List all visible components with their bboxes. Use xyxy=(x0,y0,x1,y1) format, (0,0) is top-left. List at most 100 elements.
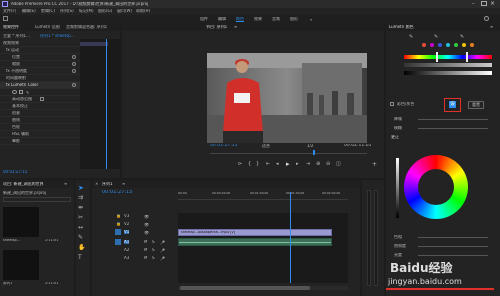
panel-menu-icon[interactable]: ≡ xyxy=(234,24,237,29)
video-clip[interactable]: sheetsp...plapaperka...mp4 [V] xyxy=(178,229,332,236)
effect-controls-timecode[interactable]: 00:01:27:15 xyxy=(3,170,27,174)
eye-icon[interactable]: 👁 xyxy=(144,214,149,219)
source-patch-a1[interactable] xyxy=(115,239,121,245)
timeline-title[interactable]: 序列1 xyxy=(102,182,113,186)
project-search[interactable] xyxy=(3,197,71,202)
menu-graphics[interactable]: 图形(G) xyxy=(98,9,112,13)
pen-tool-icon[interactable]: ✎ xyxy=(78,234,87,243)
selection-tool-icon[interactable]: ➤ xyxy=(78,184,87,193)
track-lock-icon[interactable]: 🔒 xyxy=(116,222,121,226)
horizontal-scrollbar[interactable] xyxy=(178,286,348,290)
menu-help[interactable]: 帮助(H) xyxy=(136,9,150,13)
swatch-yellow[interactable] xyxy=(462,43,466,47)
effect-playhead[interactable] xyxy=(106,39,107,169)
denoise-slider[interactable] xyxy=(418,119,488,120)
marker-icon[interactable]: ⊳ xyxy=(238,161,242,167)
mic-icon[interactable]: 🎤 xyxy=(160,240,165,245)
solo-button[interactable]: S xyxy=(152,240,155,244)
saturation-adjust-slider[interactable] xyxy=(418,246,488,247)
ripple-edit-tool-icon[interactable]: ⇹ xyxy=(78,204,87,213)
track-area[interactable]: sheetsp...plapaperka...mp4 [V] xyxy=(178,192,348,283)
property-row-selected[interactable]: fx Lumetri Color xyxy=(0,82,80,89)
workspace-tab-audio[interactable]: 音频 xyxy=(272,17,280,21)
search-icon[interactable] xyxy=(484,16,489,21)
mask-pen-icon[interactable]: ✎ xyxy=(26,90,29,95)
source-patch-v1[interactable] xyxy=(115,229,121,235)
mark-in-icon[interactable]: { xyxy=(248,161,251,167)
sequence-label[interactable]: 序列1 * sheetsp... xyxy=(40,34,75,38)
hue-adjust-slider[interactable] xyxy=(418,237,488,238)
add-button-icon[interactable]: + xyxy=(372,161,377,168)
panel-menu-icon[interactable]: ≡ xyxy=(122,181,125,186)
menu-window[interactable]: 窗口(W) xyxy=(117,9,132,13)
panel-menu-icon[interactable]: ≡ xyxy=(64,181,67,186)
track-select-tool-icon[interactable]: ⇉ xyxy=(78,194,87,203)
menu-marker[interactable]: 标记(M) xyxy=(79,9,94,13)
razor-tool-icon[interactable]: ✂ xyxy=(78,214,87,223)
luminance-slider[interactable] xyxy=(404,71,492,75)
hand-tool-icon[interactable]: ✋ xyxy=(78,244,87,253)
step-forward-icon[interactable]: ▸ xyxy=(296,161,299,167)
video-track-header[interactable]: 🔒 V2 👁 xyxy=(114,221,176,228)
mark-out-icon[interactable]: } xyxy=(256,161,259,167)
mask-ellipse-icon[interactable] xyxy=(12,90,17,94)
timeline-playhead[interactable] xyxy=(290,192,291,283)
hue-slider[interactable] xyxy=(404,55,492,59)
video-track-header[interactable]: 🔒 V3 👁 xyxy=(114,213,176,220)
menu-clip[interactable]: 剪辑(C) xyxy=(41,9,55,13)
menu-sequence[interactable]: 序列(S) xyxy=(60,9,74,13)
workspace-tab-editing[interactable]: 编辑 xyxy=(218,17,226,21)
go-to-in-icon[interactable]: ⇤ xyxy=(266,161,270,167)
reset-button[interactable]: 重置 xyxy=(468,101,484,109)
fit-dropdown[interactable]: 适合 xyxy=(262,144,270,148)
project-item[interactable]: sheetsp... 2:11:01 xyxy=(3,207,71,247)
eyedropper-icon[interactable]: ✎ xyxy=(409,34,413,40)
swatch-magenta[interactable] xyxy=(430,43,434,47)
export-frame-icon[interactable]: ◫ xyxy=(336,161,341,167)
tab-audio-clip-mixer[interactable]: 音频剪辑混合器: 序列1 xyxy=(66,25,118,29)
eye-icon[interactable]: 👁 xyxy=(144,222,149,227)
timeline-ruler[interactable]: 00:00 00:00:30:00 00:01:00:00 00:01:30:0… xyxy=(178,192,348,200)
reset-icon[interactable] xyxy=(72,83,76,87)
track-lock-icon[interactable]: 🔒 xyxy=(116,214,121,218)
video-track-header[interactable]: V1 👁 xyxy=(114,229,176,236)
solo-button[interactable]: S xyxy=(152,248,155,252)
menu-edit[interactable]: 编辑(E) xyxy=(22,9,36,13)
swatch-red[interactable] xyxy=(422,43,426,47)
reset-icon[interactable] xyxy=(72,62,76,66)
scroll-thumb[interactable] xyxy=(180,286,310,290)
step-back-icon[interactable]: ◂ xyxy=(276,161,279,167)
hdr-checkbox[interactable] xyxy=(40,97,44,101)
reset-icon[interactable] xyxy=(72,55,76,59)
minimize-icon[interactable]: – xyxy=(472,1,478,7)
eye-icon[interactable]: 👁 xyxy=(144,230,149,235)
swatch-cyan[interactable] xyxy=(446,43,450,47)
menu-file[interactable]: 文件(F) xyxy=(3,9,16,13)
resolution-dropdown[interactable]: 1/2 xyxy=(307,144,313,148)
slip-tool-icon[interactable]: ↔ xyxy=(78,224,87,233)
program-timecode-left[interactable]: 00:01:27:15 xyxy=(210,144,237,149)
settings-toggle[interactable]: 设 xyxy=(449,101,457,108)
saturation-slider[interactable] xyxy=(404,63,492,67)
extract-icon[interactable]: ⊖ xyxy=(326,161,330,167)
color-wheel[interactable] xyxy=(404,155,468,219)
clip-label[interactable]: 主要 * 序列1... xyxy=(3,34,30,38)
workspace-tab-graphics[interactable]: 图形 xyxy=(290,17,298,21)
workspace-tab-color[interactable]: 颜色 xyxy=(236,17,244,22)
workspace-menu-icon[interactable]: » xyxy=(310,17,312,22)
play-icon[interactable]: ▸ xyxy=(286,160,290,168)
tab-lumetri-scopes[interactable]: Lumetri 范围 xyxy=(35,25,60,29)
workspace-tab-effects[interactable]: 效果 xyxy=(254,17,262,21)
mute-button[interactable]: M xyxy=(144,248,147,252)
audio-track-header[interactable]: A3 M S 🎤 xyxy=(114,255,176,262)
audio-clip[interactable] xyxy=(178,238,332,246)
blur-slider[interactable] xyxy=(418,128,488,129)
reset-icon[interactable] xyxy=(72,69,76,73)
audio-track-header[interactable]: A2 M S 🎤 xyxy=(114,247,176,254)
type-tool-icon[interactable]: T xyxy=(78,254,87,263)
panel-menu-icon[interactable]: ≡ xyxy=(490,24,493,29)
swatch-orange[interactable] xyxy=(470,43,474,47)
solo-button[interactable]: S xyxy=(152,256,155,260)
go-to-out-icon[interactable]: ⇥ xyxy=(306,161,310,167)
mute-button[interactable]: M xyxy=(144,256,147,260)
